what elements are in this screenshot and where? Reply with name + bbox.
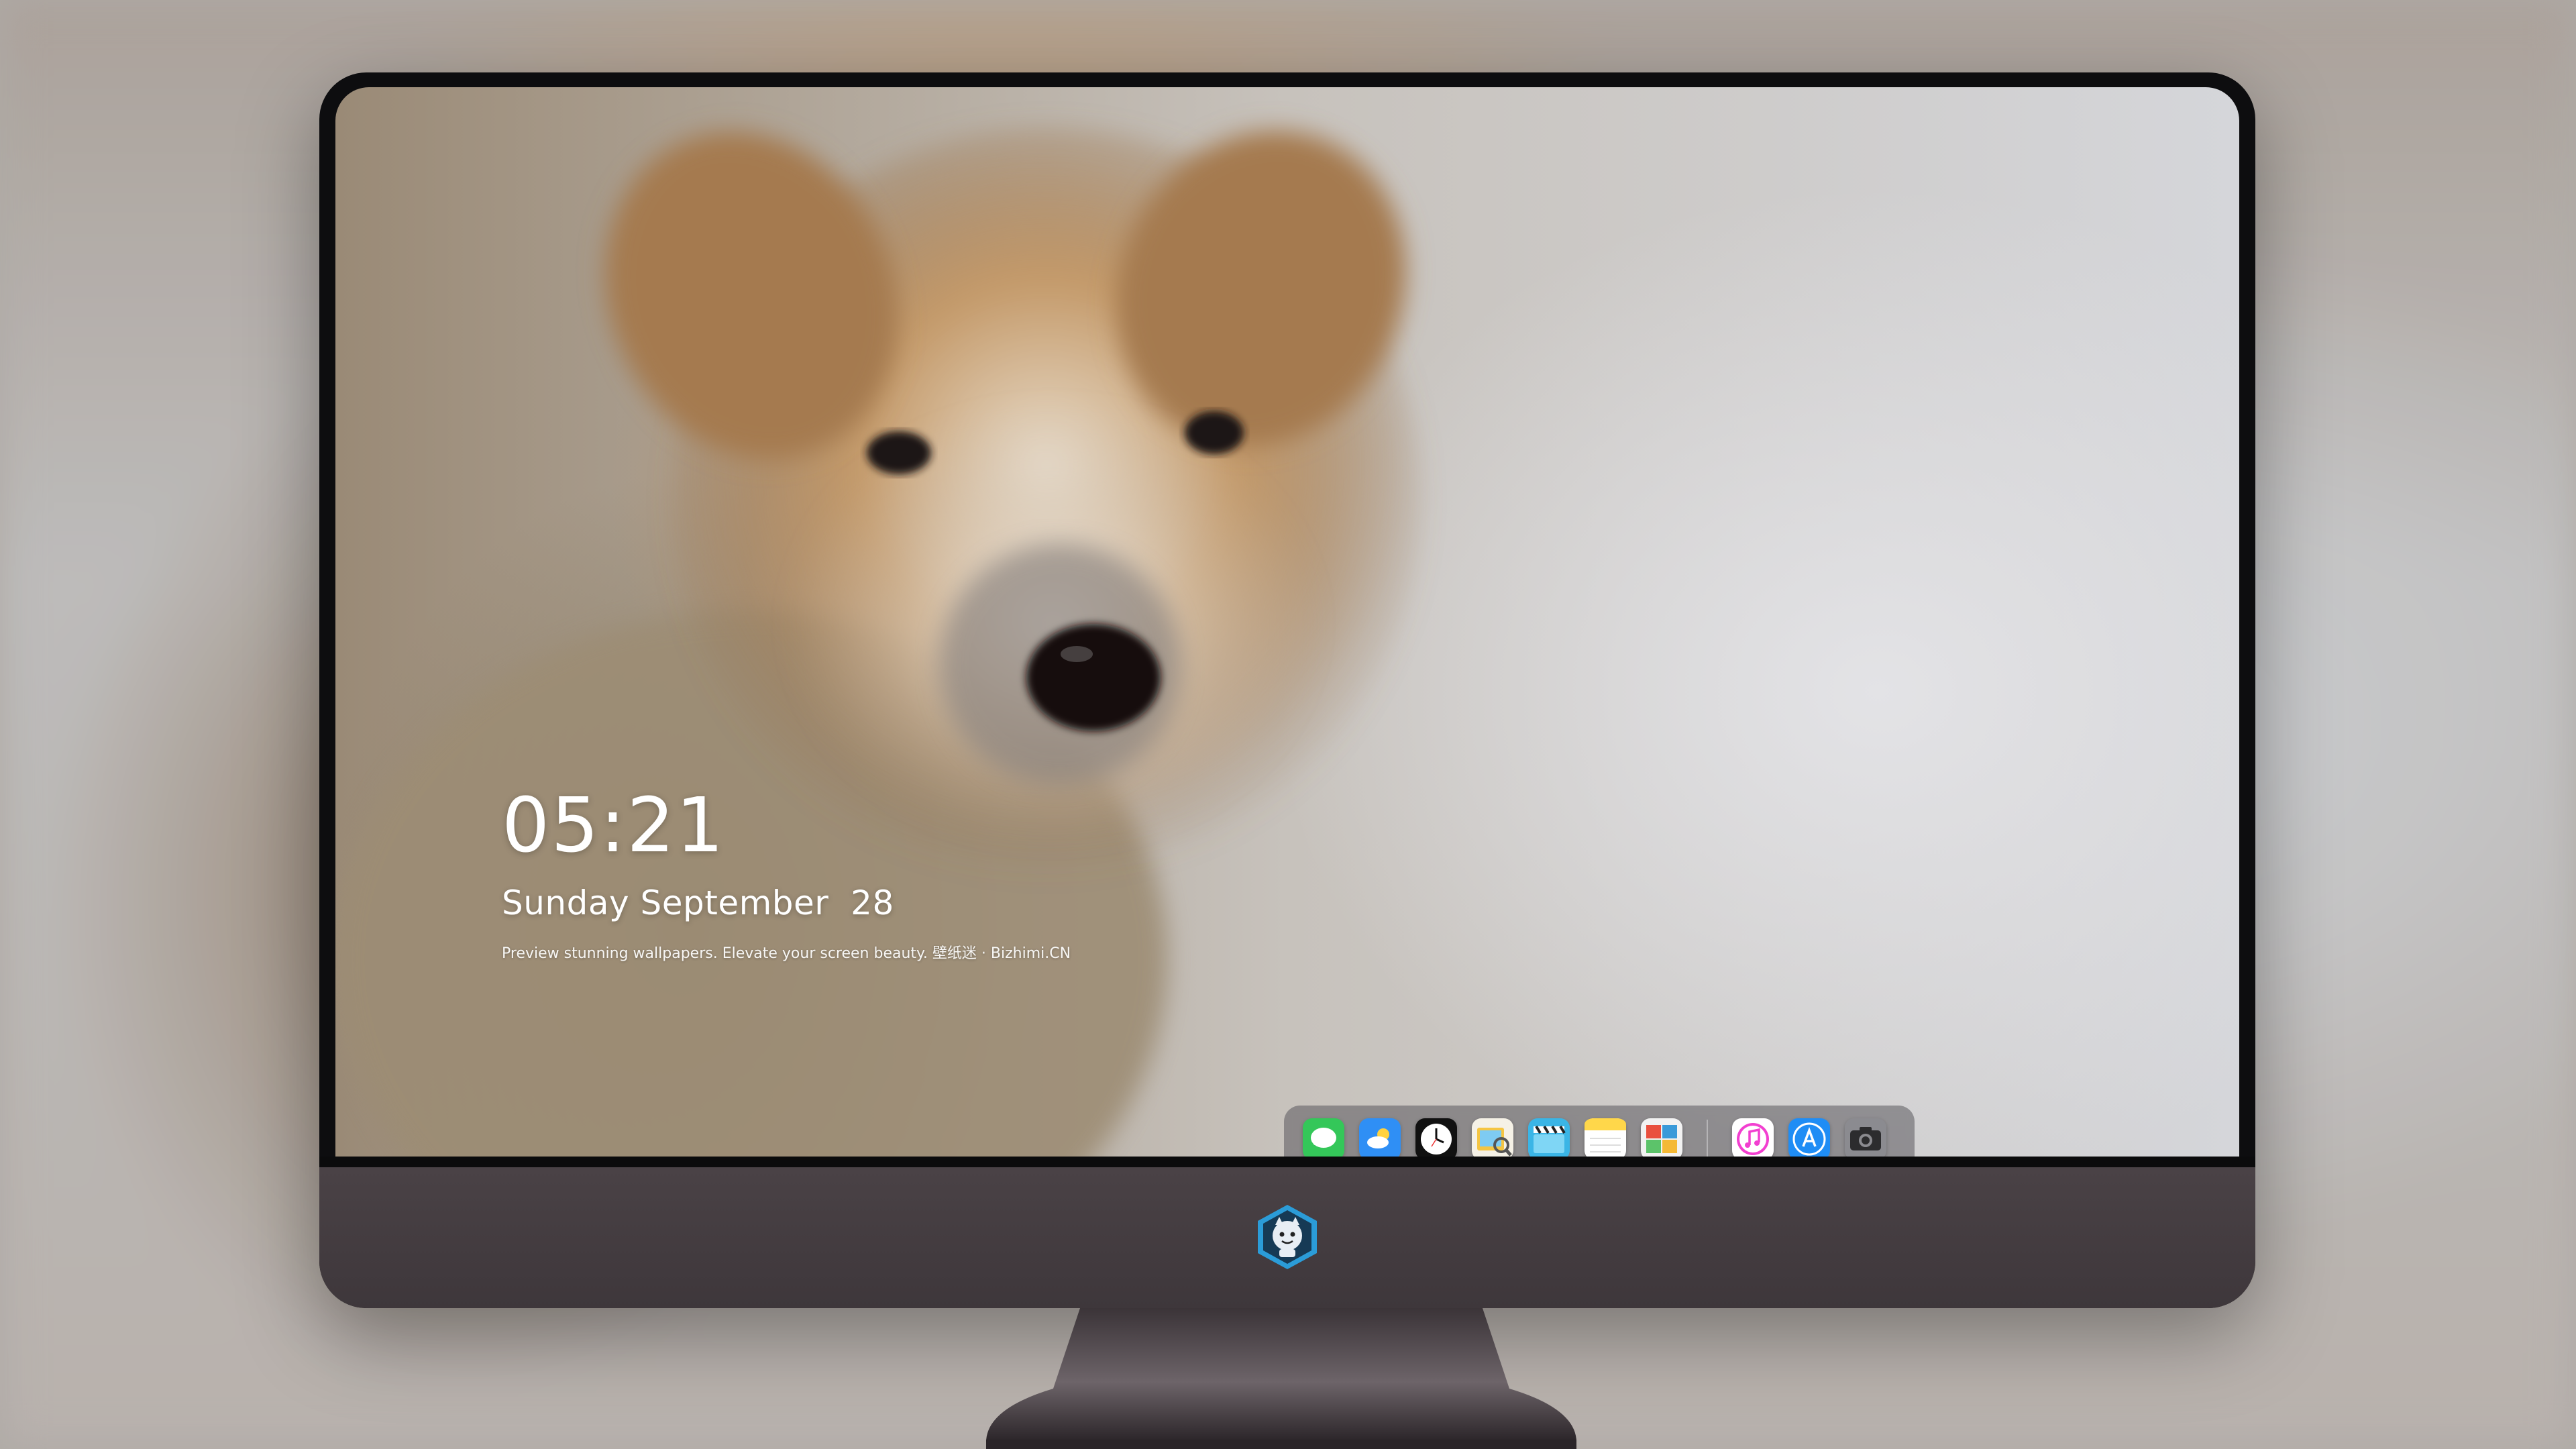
monitor: 05:21 Sunday September 28 Preview stunni…: [319, 72, 2255, 1308]
dock-separator: [1707, 1120, 1708, 1158]
monitor-chin: [319, 1157, 2255, 1308]
photo-booth-icon[interactable]: [1641, 1118, 1682, 1158]
puppy-wallpaper: [335, 127, 1422, 1158]
monitor-stand: [986, 1308, 1576, 1449]
weather-icon[interactable]: [1359, 1118, 1401, 1158]
clips-icon[interactable]: [1528, 1118, 1570, 1158]
messages-icon[interactable]: [1303, 1118, 1344, 1158]
preview-icon[interactable]: [1472, 1118, 1513, 1158]
dock: [1284, 1106, 1915, 1158]
music-icon[interactable]: [1732, 1118, 1774, 1158]
wallpaper-caption: Preview stunning wallpapers. Elevate you…: [502, 945, 1071, 962]
clock-time: 05:21: [502, 782, 725, 869]
monster-mascot-logo: [1258, 1205, 1317, 1269]
desktop-screen: 05:21 Sunday September 28 Preview stunni…: [335, 87, 2239, 1158]
clock-icon[interactable]: [1415, 1118, 1457, 1158]
camera-icon[interactable]: [1845, 1118, 1886, 1158]
clock-date: Sunday September 28: [502, 883, 894, 922]
notes-icon[interactable]: [1585, 1118, 1626, 1158]
lockscreen-clock: 05:21 Sunday September 28 Preview stunni…: [502, 788, 1071, 963]
app-store-icon[interactable]: [1788, 1118, 1830, 1158]
